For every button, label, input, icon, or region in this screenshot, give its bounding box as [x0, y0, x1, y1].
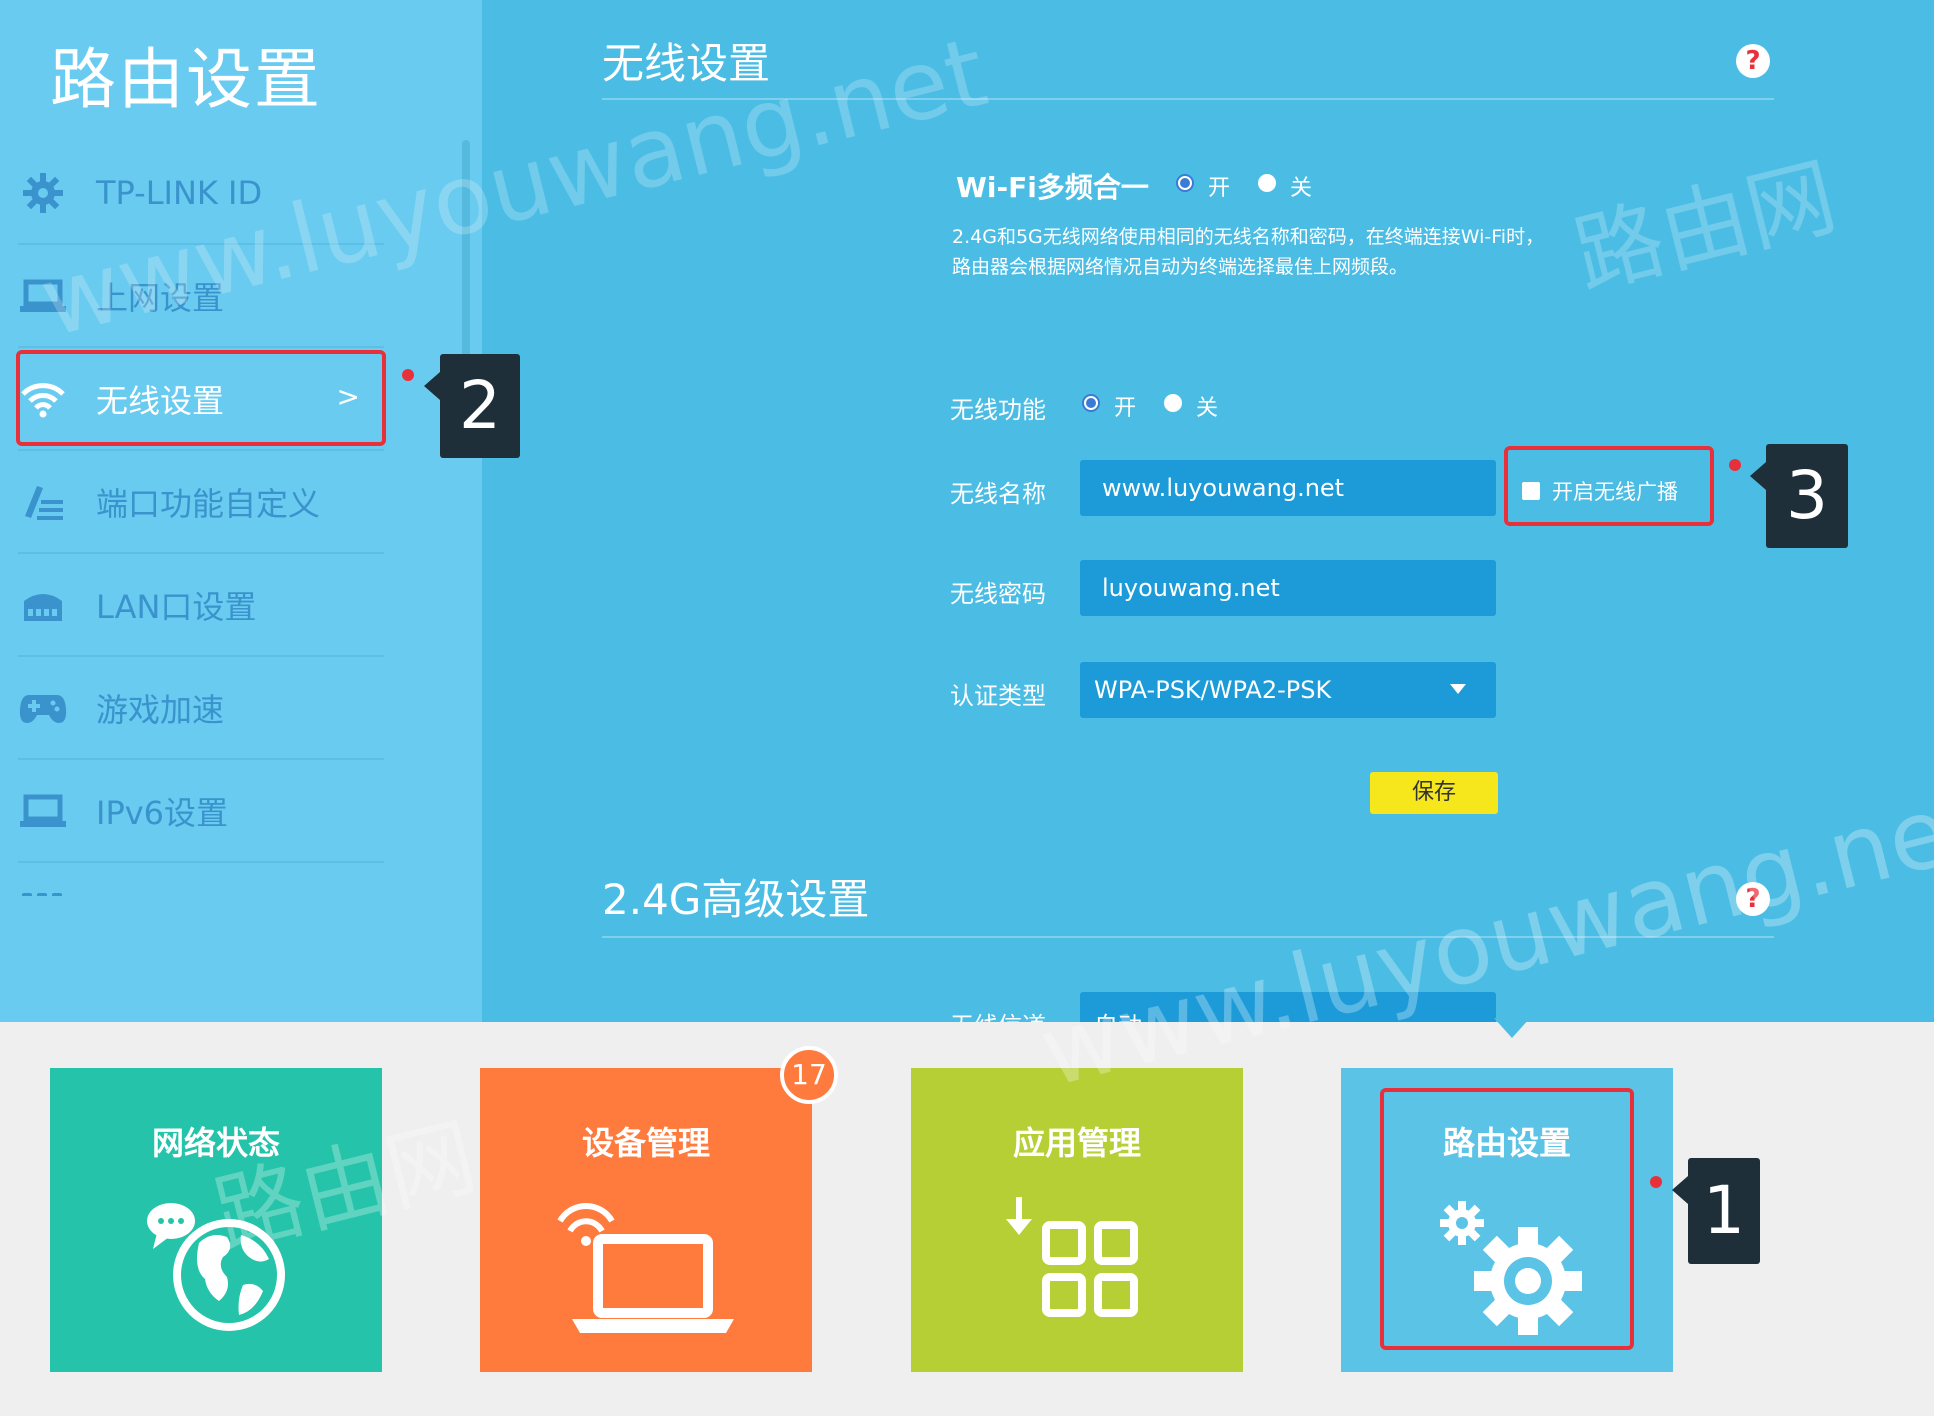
callout-badge-2: 2 [424, 354, 520, 458]
wireless-on-label: 开 [1114, 396, 1137, 421]
section-title-wireless: 无线设置 [602, 39, 771, 88]
device-count-badge: 17 [780, 1046, 838, 1104]
laptop-wifi-icon [480, 1178, 812, 1358]
sidebar-item-label: 上网设置 [96, 278, 225, 317]
sidebar-title: 路由设置 [50, 41, 322, 118]
gamepad-icon [18, 683, 68, 733]
wireless-off-radio[interactable] [1164, 394, 1182, 412]
wifi-multi-band-label: Wi-Fi多频合一 [956, 171, 1149, 204]
multi-band-off-label: 关 [1290, 176, 1313, 201]
sidebar-item-game[interactable]: 游戏加速 [18, 657, 384, 760]
laptop-icon [18, 786, 68, 836]
sidebar-item-label: 端口功能自定义 [96, 484, 321, 523]
sidebar-item-label: IPv6设置 [96, 793, 229, 832]
callout-dot [402, 369, 414, 381]
gear-icon [18, 168, 68, 218]
tile-label: 网络状态 [151, 1124, 280, 1162]
help-icon[interactable]: ? [1736, 882, 1770, 916]
wireless-function-label: 无线功能 [950, 396, 1046, 424]
section-divider [602, 98, 1774, 100]
sidebar-item-lan[interactable]: LAN口设置 [18, 554, 384, 657]
auth-type-select[interactable]: WPA-PSK/WPA2-PSK [1080, 662, 1496, 718]
auth-type-label: 认证类型 [950, 682, 1046, 710]
wireless-on-radio[interactable] [1082, 394, 1100, 412]
tile-network-status[interactable]: 网络状态 [50, 1068, 382, 1372]
apps-grid-icon [911, 1178, 1243, 1358]
highlight-box-broadcast [1504, 446, 1714, 526]
save-button[interactable]: 保存 [1370, 772, 1498, 814]
auth-type-value: WPA-PSK/WPA2-PSK [1094, 676, 1332, 704]
wireless-off-label: 关 [1196, 396, 1219, 421]
channel-value: 自动 [1094, 1006, 1142, 1022]
highlight-box-wireless-menu [16, 350, 386, 446]
section-title-advanced: 2.4G高级设置 [602, 875, 870, 924]
section-divider [602, 936, 1774, 938]
help-icon[interactable]: ? [1736, 44, 1770, 78]
multi-band-off-radio[interactable] [1258, 174, 1276, 192]
callout-badge-1: 1 [1672, 1158, 1760, 1264]
sidebar-item-label: TP-LINK ID [96, 173, 263, 212]
tile-app-management[interactable]: 应用管理 [911, 1068, 1243, 1372]
password-input[interactable]: luyouwang.net [1080, 560, 1496, 616]
switch-icon [18, 580, 68, 630]
globe-icon [50, 1178, 382, 1358]
callout-badge-3: 3 [1750, 444, 1848, 548]
sidebar-menu: TP-LINK ID 上网设置 无线设置 > 端口功能自定义 LAN口设置 游戏… [18, 142, 384, 863]
tile-label: 应用管理 [1012, 1124, 1141, 1162]
sidebar-item-port-custom[interactable]: 端口功能自定义 [18, 451, 384, 554]
settings-panel: 路由设置 TP-LINK ID 上网设置 无线设置 > 端口功能自定义 LAN口… [0, 0, 1934, 1022]
highlight-box-router-tile [1380, 1088, 1634, 1350]
channel-select[interactable]: 自动 [1080, 992, 1496, 1022]
active-tile-pointer [1494, 1018, 1530, 1038]
callout-dot [1729, 459, 1741, 471]
description-line: 路由器会根据网络情况自动为终端选择最佳上网频段。 [952, 256, 1409, 278]
ssid-input[interactable]: www.luyouwang.net [1080, 460, 1496, 516]
ssid-label: 无线名称 [950, 480, 1046, 508]
password-label: 无线密码 [950, 580, 1046, 608]
sidebar-item-label: LAN口设置 [96, 587, 257, 626]
sidebar: 路由设置 TP-LINK ID 上网设置 无线设置 > 端口功能自定义 LAN口… [0, 0, 482, 1022]
watermark-text: 路由网 [1564, 144, 1846, 309]
laptop-icon [18, 271, 68, 321]
multi-band-on-radio[interactable] [1176, 174, 1194, 192]
tile-device-management[interactable]: 设备管理 [480, 1068, 812, 1372]
sidebar-item-truncated [22, 884, 68, 896]
tile-label: 设备管理 [581, 1124, 710, 1162]
chevron-down-icon [1450, 684, 1466, 694]
description-line: 2.4G和5G无线网络使用相同的无线名称和密码，在终端连接Wi-Fi时， [952, 226, 1545, 248]
sidebar-item-tplink-id[interactable]: TP-LINK ID [18, 142, 384, 245]
sidebar-item-internet[interactable]: 上网设置 [18, 245, 384, 348]
sidebar-item-label: 游戏加速 [96, 690, 225, 729]
multi-band-description: 2.4G和5G无线网络使用相同的无线名称和密码，在终端连接Wi-Fi时， 路由器… [952, 222, 1672, 282]
multi-band-on-label: 开 [1208, 176, 1231, 201]
callout-dot [1650, 1176, 1662, 1188]
sidebar-item-ipv6[interactable]: IPv6设置 [18, 760, 384, 863]
pencil-list-icon [18, 477, 68, 527]
channel-label: 无线信道 [950, 1006, 1046, 1022]
